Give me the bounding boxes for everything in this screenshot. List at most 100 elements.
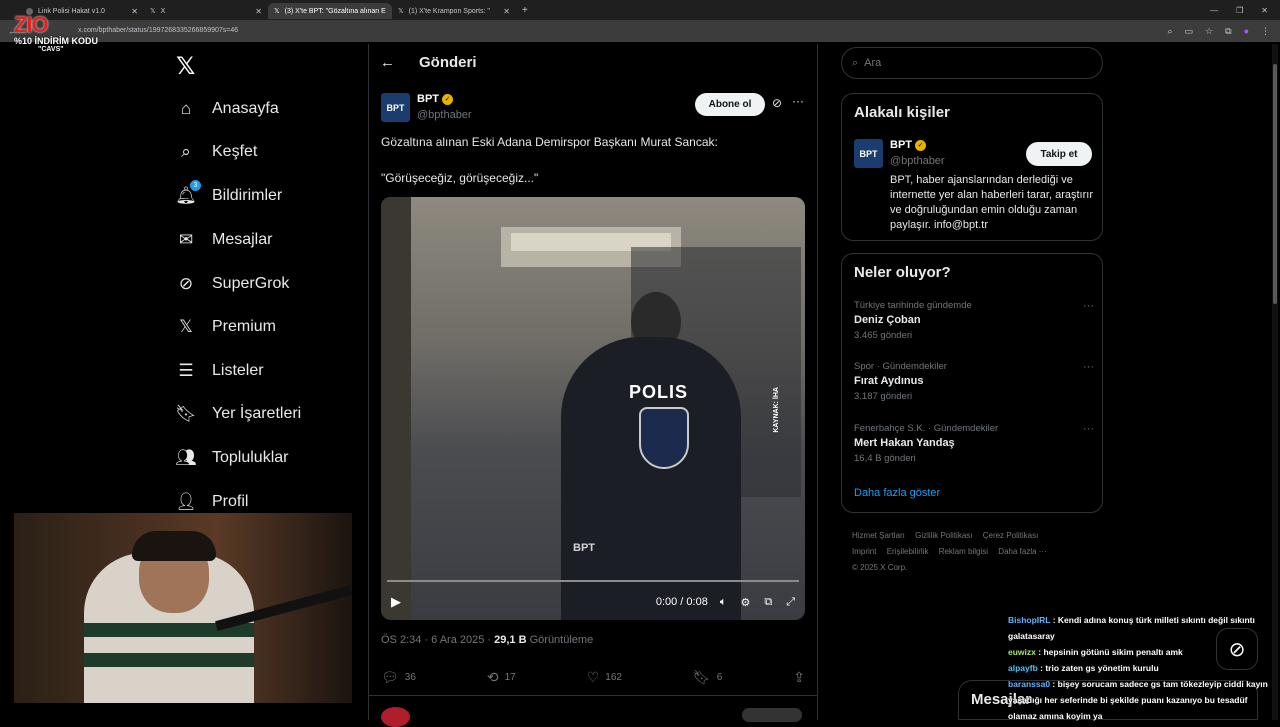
related-title: Alakalı kişiler xyxy=(854,104,950,121)
x-icon: 𝕏 xyxy=(179,317,193,336)
footer-link[interactable]: Reklam bilgisi xyxy=(939,547,988,556)
new-tab-icon[interactable]: + xyxy=(522,5,528,16)
heart-icon: ♡ xyxy=(586,669,600,685)
back-arrow-icon[interactable]: ← xyxy=(380,54,395,71)
chat-message: BishopIRL : Kendi adına konuş türk mille… xyxy=(1008,615,1255,641)
browser-tab[interactable]: 𝕏 X ✕ xyxy=(144,3,268,19)
pip-icon[interactable]: ⧉ xyxy=(764,596,772,609)
reply-avatar[interactable] xyxy=(381,707,410,727)
search-input[interactable]: ⌕ Ara xyxy=(841,47,1103,79)
reply-icon: 💬︎ xyxy=(381,669,399,685)
share-button[interactable]: ⇪ xyxy=(793,669,805,686)
nav-item-home[interactable]: ⌂ Anasayfa xyxy=(176,99,279,119)
nav-item-lists[interactable]: ☰ Listeler xyxy=(176,361,263,381)
author-name[interactable]: BPT ✓ xyxy=(417,93,453,105)
nav-item-communities[interactable]: 👥︎ Topluluklar xyxy=(175,448,288,468)
profile-avatar-icon[interactable]: ● xyxy=(1244,26,1249,37)
home-icon: ⌂ xyxy=(180,99,192,118)
menu-icon[interactable]: ⋮ xyxy=(1261,26,1270,37)
share-icon: ⇪ xyxy=(793,669,805,685)
footer-link[interactable]: Imprint xyxy=(852,547,876,556)
follow-button[interactable]: Takip et xyxy=(1026,142,1092,166)
nav-item-messages[interactable]: ✉ Mesajlar xyxy=(176,230,273,250)
extensions-icon[interactable]: ⧉ xyxy=(1225,26,1231,37)
nav-item-profile[interactable]: 👤︎ Profil xyxy=(175,492,248,512)
related-handle[interactable]: @bpthaber xyxy=(890,155,945,167)
volume-icon[interactable]: 🔈︎ xyxy=(720,596,727,609)
verified-badge-icon: ✓ xyxy=(915,139,926,151)
trend-item[interactable]: Spor · Gündemdekiler Fırat Aydınus 3.187… xyxy=(854,361,1094,402)
minimize-icon[interactable]: — xyxy=(1210,6,1218,15)
nav-item-premium[interactable]: 𝕏 Premium xyxy=(176,317,276,337)
video-progress-bar[interactable] xyxy=(387,580,799,582)
restore-icon[interactable]: ❐ xyxy=(1236,6,1243,15)
play-icon[interactable]: ▶ xyxy=(391,594,401,610)
nav-item-notifications[interactable]: 🔔︎ 3 Bildirimler xyxy=(175,180,282,206)
settings-icon[interactable]: ⚙ xyxy=(740,596,750,609)
footer-link[interactable]: Çerez Politikası xyxy=(983,531,1039,540)
x-favicon-icon: 𝕏 xyxy=(398,8,404,15)
profile-icon: 👤︎ xyxy=(175,492,197,511)
grok-icon[interactable]: ⊘ xyxy=(772,96,782,110)
subscribe-button[interactable]: Abone ol xyxy=(695,93,765,116)
footer-link[interactable]: Erişilebilirlik xyxy=(887,547,929,556)
search-icon: ⌕ xyxy=(181,142,191,161)
post-text-line2: "Görüşeceğiz, görüşeceğiz..." xyxy=(381,171,539,185)
related-name[interactable]: BPT ✓ xyxy=(890,139,926,151)
fullscreen-icon[interactable]: ⤢ xyxy=(786,596,795,609)
more-options-icon[interactable]: ··· xyxy=(792,94,804,108)
verified-badge-icon: ✓ xyxy=(442,93,453,105)
close-icon[interactable]: ✕ xyxy=(503,7,510,16)
cast-icon[interactable]: ▭ xyxy=(1185,26,1194,37)
browser-tab-active[interactable]: 𝕏(3) X'te BPT: "Gözaltına alınan E✕ xyxy=(268,3,392,19)
post-actions: 💬︎ 36 ⟲ 17 ♡ 162 🔖︎ 6 ⇪ xyxy=(381,669,805,686)
nav-item-supergrok[interactable]: ⊘ SuperGrok xyxy=(176,274,290,294)
post-video[interactable]: POLIS KAYNAK: İHA BPT ▶ 0:00 / 0:08 🔈︎ ⚙… xyxy=(381,197,805,620)
related-people-card: Alakalı kişiler BPT BPT ✓ @bpthaber Takip… xyxy=(841,93,1103,241)
nav-item-explore[interactable]: ⌕ Keşfet xyxy=(176,142,257,162)
close-icon[interactable]: ✕ xyxy=(255,7,262,16)
bookmark-button[interactable]: 🔖︎ 6 xyxy=(693,669,722,686)
footer-link[interactable]: Hizmet Şartları xyxy=(852,531,905,540)
list-icon: ☰ xyxy=(178,361,194,380)
x-logo-icon[interactable]: 𝕏 xyxy=(176,52,195,81)
show-more-link[interactable]: Daha fazla göster xyxy=(854,487,940,499)
trends-title: Neler oluyor? xyxy=(854,264,951,281)
view-count: 29,1 B xyxy=(494,634,527,646)
video-frame-officer xyxy=(561,337,741,620)
stream-sponsor-logo: ZIO %10 İNDİRİM KODU "CAVS" xyxy=(14,14,104,58)
reply-button[interactable]: 💬︎ 36 xyxy=(381,669,416,686)
related-avatar[interactable]: BPT xyxy=(854,139,883,168)
polis-label: POLIS xyxy=(629,382,689,402)
more-options-icon[interactable]: ··· xyxy=(1083,423,1094,435)
close-icon[interactable]: ✕ xyxy=(131,7,138,16)
x-favicon-icon: 𝕏 xyxy=(150,8,156,15)
video-time: 0:00 / 0:08 xyxy=(655,596,708,608)
footer-link[interactable]: Gizlilik Politikası xyxy=(915,531,972,540)
like-button[interactable]: ♡ 162 xyxy=(587,669,622,686)
bell-icon: 🔔︎ 3 xyxy=(175,180,201,206)
browser-tab[interactable]: 𝕏 (1) X'te Krampon Sports: " ✕ xyxy=(392,3,516,19)
repost-button[interactable]: ⟲ 17 xyxy=(487,669,516,686)
zoom-icon[interactable]: ⌕ xyxy=(1167,26,1172,37)
footer-link[interactable]: Daha fazla ··· xyxy=(998,547,1046,556)
video-controls: ▶ 0:00 / 0:08 🔈︎ ⚙ ⧉ ⤢ xyxy=(381,590,805,614)
search-icon: ⌕ xyxy=(852,56,859,69)
scrollbar-thumb[interactable] xyxy=(1273,64,1277,304)
post-meta: ÖS 2:34 · 6 Ara 2025 · 29,1 B Görüntülem… xyxy=(381,634,594,646)
streamer-webcam xyxy=(14,513,352,703)
communities-icon: 👥︎ xyxy=(175,448,197,467)
more-options-icon[interactable]: ··· xyxy=(1083,361,1094,373)
star-icon[interactable]: ☆ xyxy=(1205,26,1213,37)
address-bar: ← x.com/bpthaber/status/1997268335266859… xyxy=(0,20,1280,42)
trend-item[interactable]: Türkiye tarihinde gündemde Deniz Çoban 3… xyxy=(854,300,1094,341)
bookmark-icon: 🔖︎ xyxy=(175,404,197,423)
close-window-icon[interactable]: ✕ xyxy=(1261,6,1268,15)
author-avatar[interactable]: BPT xyxy=(381,93,410,122)
trend-item[interactable]: Fenerbahçe S.K. · Gündemdekiler Mert Hak… xyxy=(854,423,1094,464)
author-handle[interactable]: @bpthaber xyxy=(417,109,472,121)
bookmark-icon: 🔖︎ xyxy=(692,669,711,685)
more-options-icon[interactable]: ··· xyxy=(1083,300,1094,312)
nav-item-bookmarks[interactable]: 🔖︎ Yer İşaretleri xyxy=(175,404,301,424)
post-text-line1: Gözaltına alınan Eski Adana Demirspor Ba… xyxy=(381,135,718,149)
